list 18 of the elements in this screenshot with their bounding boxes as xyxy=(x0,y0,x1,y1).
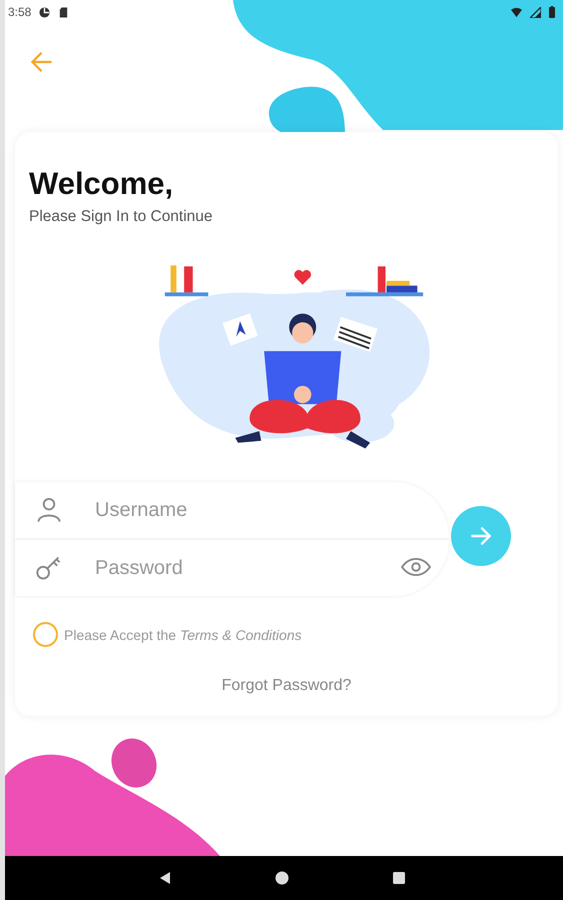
terms-text: Please Accept the Terms & Conditions xyxy=(64,626,302,642)
triangle-icon xyxy=(158,871,172,885)
terms-checkbox[interactable] xyxy=(33,622,58,647)
square-icon xyxy=(392,871,406,885)
circle-icon xyxy=(274,871,288,885)
welcome-title: Welcome, xyxy=(29,166,174,202)
welcome-subtitle: Please Sign In to Continue xyxy=(29,208,213,226)
status-time: 3:58 xyxy=(8,5,32,19)
eye-icon xyxy=(401,556,431,578)
sd-card-icon xyxy=(58,6,70,18)
wifi-icon xyxy=(511,6,522,18)
password-field[interactable]: Password xyxy=(93,556,369,580)
forgot-password-link[interactable]: Forgot Password? xyxy=(222,677,352,695)
signal-icon xyxy=(530,6,541,18)
battery-icon xyxy=(549,6,555,18)
username-field[interactable]: Username xyxy=(93,498,409,522)
key-icon xyxy=(35,554,63,582)
user-icon xyxy=(35,496,63,524)
